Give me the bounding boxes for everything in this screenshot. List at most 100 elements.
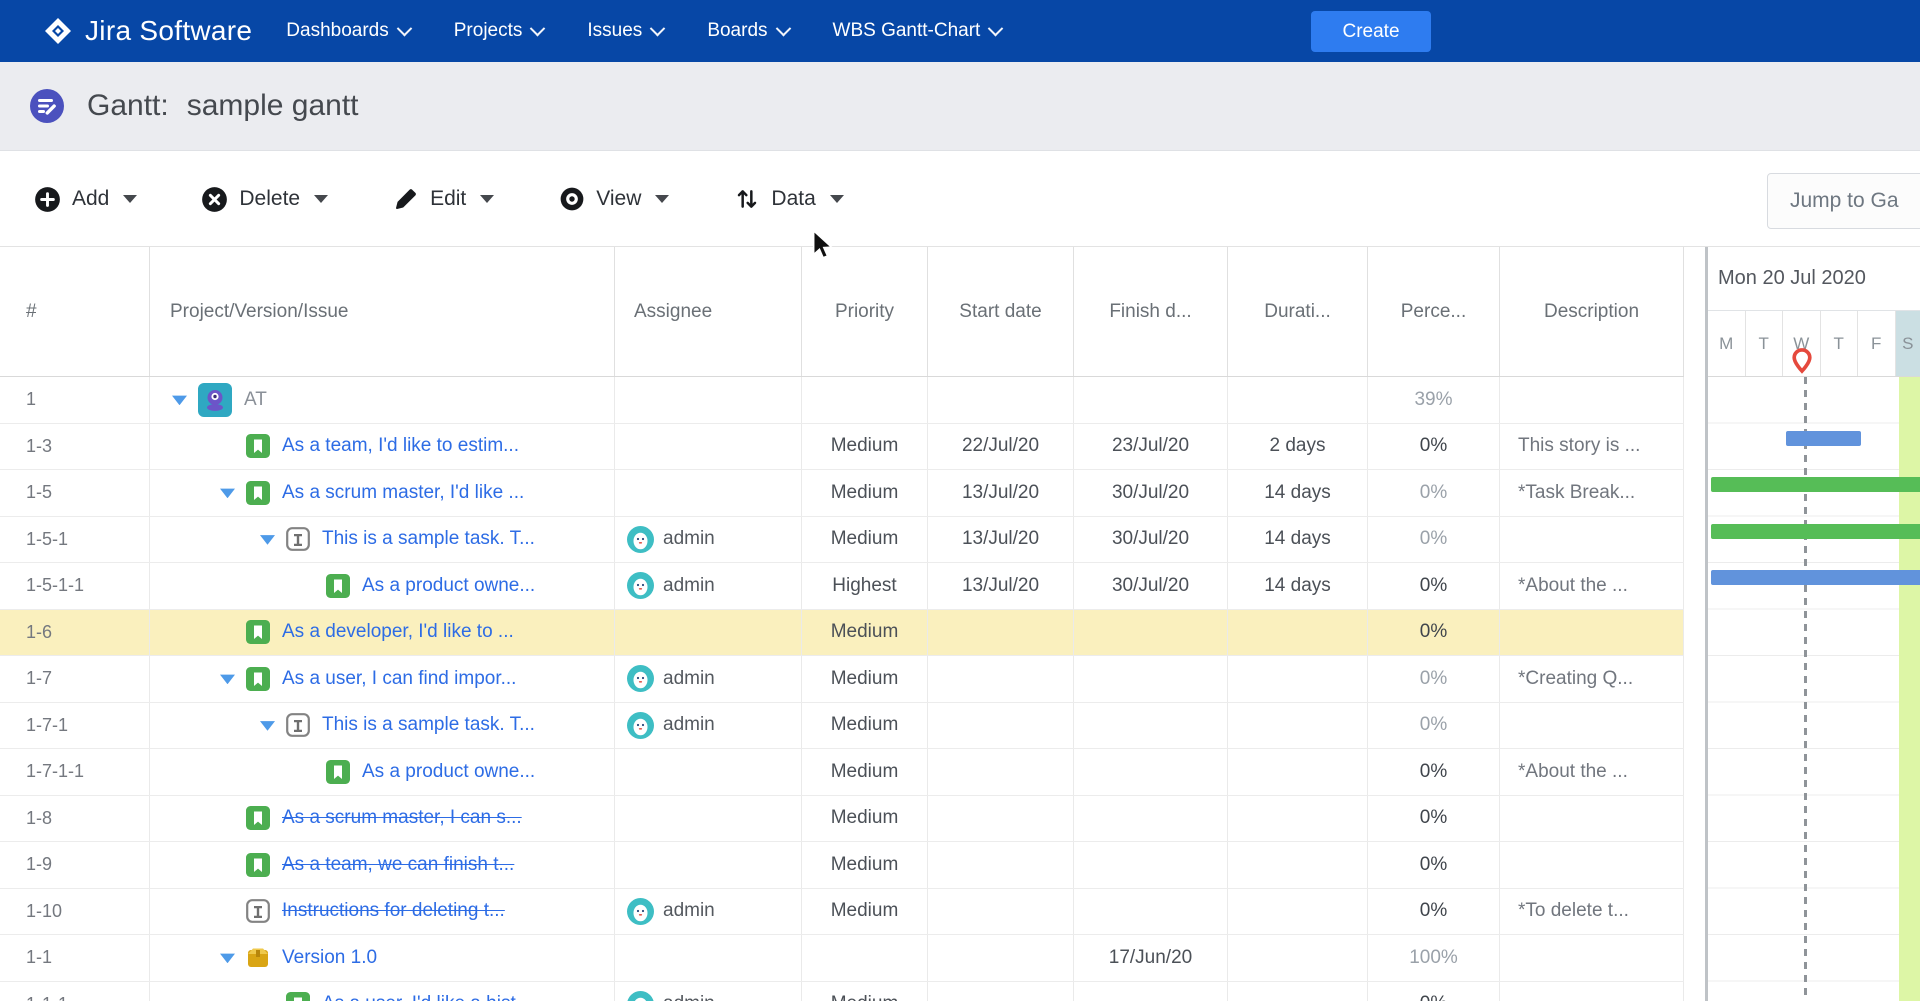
gantt-bar-1-5-1-1[interactable]	[1711, 570, 1920, 585]
issue-link[interactable]: As a user, I can find impor...	[282, 668, 516, 690]
issue-link[interactable]: AT	[244, 389, 267, 411]
table-row[interactable]: 1-5-1-1 As a product owne... admin Highe…	[0, 563, 1684, 610]
table-row[interactable]: 1-5 As a scrum master, I'd like ... Medi…	[0, 470, 1684, 517]
finish-date-cell	[1074, 982, 1228, 1001]
weekend-column	[1899, 377, 1920, 1001]
gantt-bar-1-3[interactable]	[1786, 431, 1861, 446]
issue-link[interactable]: As a scrum master, I'd like ...	[282, 482, 524, 504]
page-title-name: sample gantt	[187, 89, 359, 123]
duration-cell: 14 days	[1228, 517, 1368, 563]
gantt-bar-1-5[interactable]	[1711, 477, 1920, 492]
issue-cell: As a user, I'd like a hist...	[150, 982, 615, 1001]
duration-cell	[1228, 656, 1368, 702]
issue-link[interactable]: Version 1.0	[282, 947, 377, 969]
issue-link[interactable]: As a product owne...	[362, 575, 535, 597]
column-header-issue[interactable]: Project/Version/Issue	[150, 247, 615, 376]
issue-link[interactable]: As a user, I'd like a hist...	[322, 993, 532, 1001]
story-icon	[246, 853, 270, 877]
table-row[interactable]: 1-3 As a team, I'd like to estim... Medi…	[0, 424, 1684, 471]
start-date-cell	[928, 982, 1074, 1001]
view-menu-button[interactable]: View	[558, 186, 669, 213]
delete-menu-button[interactable]: Delete	[201, 186, 328, 213]
column-header-number[interactable]: #	[0, 247, 150, 376]
column-header-percent[interactable]: Perce...	[1368, 247, 1500, 376]
expand-collapse-arrow-icon[interactable]	[220, 487, 235, 498]
assignee-name: admin	[663, 993, 715, 1001]
priority-cell: Medium	[802, 470, 928, 516]
indent-spacer	[150, 446, 220, 447]
nav-item-projects[interactable]: Projects	[454, 20, 544, 42]
percent-cell: 0%	[1368, 424, 1500, 470]
expand-collapse-arrow-icon[interactable]	[220, 952, 235, 963]
start-date-cell: 13/Jul/20	[928, 470, 1074, 516]
row-number: 1-3	[0, 424, 150, 470]
nav-item-issues[interactable]: Issues	[587, 20, 663, 42]
nav-item-boards[interactable]: Boards	[707, 20, 788, 42]
issue-link[interactable]: As a team, we can finish t...	[282, 854, 514, 876]
description-cell: *To delete t...	[1500, 889, 1684, 935]
table-row[interactable]: 1 AT 39%	[0, 377, 1684, 424]
add-menu-button[interactable]: Add	[34, 186, 137, 213]
column-header-finish-date[interactable]: Finish d...	[1074, 247, 1228, 376]
gantt-bar-1-5-1[interactable]	[1711, 524, 1920, 539]
jump-to-gantt-button[interactable]: Jump to Ga	[1767, 173, 1920, 229]
table-row[interactable]: 1-6 As a developer, I'd like to ... Medi…	[0, 610, 1684, 657]
issue-link[interactable]: As a product owne...	[362, 761, 535, 783]
column-header-start-date[interactable]: Start date	[928, 247, 1074, 376]
table-row[interactable]: 1-5-1 This is a sample task. T... admin …	[0, 517, 1684, 564]
percent-cell: 0%	[1368, 889, 1500, 935]
nav-item-wbs-gantt-chart[interactable]: WBS Gantt-Chart	[833, 20, 1002, 42]
navbar-menu: Dashboards Projects Issues Boards WBS Ga…	[286, 20, 1001, 42]
issue-cell: As a product owne...	[150, 563, 615, 609]
table-row[interactable]: 1-7-1 This is a sample task. T... admin …	[0, 703, 1684, 750]
chevron-down-icon	[530, 20, 546, 36]
expand-collapse-arrow-icon[interactable]	[172, 394, 187, 405]
issue-link[interactable]: As a scrum master, I can s...	[282, 807, 522, 829]
priority-cell: Medium	[802, 703, 928, 749]
description-cell: *Creating Q...	[1500, 656, 1684, 702]
table-row[interactable]: 1-9 As a team, we can finish t... Medium…	[0, 842, 1684, 889]
create-button[interactable]: Create	[1311, 11, 1431, 52]
issue-link[interactable]: As a developer, I'd like to ...	[282, 621, 514, 643]
row-number: 1-10	[0, 889, 150, 935]
indent-spacer	[150, 678, 220, 679]
column-header-description[interactable]: Description	[1500, 247, 1684, 376]
edit-menu-button[interactable]: Edit	[392, 186, 494, 213]
priority-cell: Highest	[802, 563, 928, 609]
gantt-toolbar: Add Delete Edit View Dat	[0, 152, 1920, 247]
table-row[interactable]: 1-1-1 As a user, I'd like a hist... admi…	[0, 982, 1684, 1001]
column-header-assignee[interactable]: Assignee	[615, 247, 802, 376]
expand-collapse-arrow-icon[interactable]	[260, 720, 275, 731]
table-row[interactable]: 1-7 As a user, I can find impor... admin…	[0, 656, 1684, 703]
description-cell	[1500, 517, 1684, 563]
gantt-app-icon	[29, 88, 65, 124]
data-menu-button[interactable]: Data	[733, 186, 843, 213]
percent-cell: 0%	[1368, 749, 1500, 795]
issue-link[interactable]: This is a sample task. T...	[322, 528, 535, 550]
jira-logo[interactable]: Jira Software	[44, 15, 252, 47]
nav-item-dashboards[interactable]: Dashboards	[286, 20, 409, 42]
table-row[interactable]: 1-10 Instructions for deleting t... admi…	[0, 889, 1684, 936]
column-header-duration[interactable]: Durati...	[1228, 247, 1368, 376]
issue-link[interactable]: As a team, I'd like to estim...	[282, 435, 519, 457]
row-number: 1-1	[0, 935, 150, 981]
priority-cell: Medium	[802, 517, 928, 563]
indent-spacer	[150, 399, 172, 400]
user-avatar-icon	[627, 991, 654, 1001]
assignee-cell	[615, 470, 802, 516]
expand-collapse-arrow-icon[interactable]	[260, 534, 275, 545]
assignee-cell	[615, 749, 802, 795]
assignee-cell: admin	[615, 517, 802, 563]
start-date-cell: 13/Jul/20	[928, 563, 1074, 609]
today-pin-icon	[1791, 347, 1813, 374]
issue-link[interactable]: This is a sample task. T...	[322, 714, 535, 736]
issue-link[interactable]: Instructions for deleting t...	[282, 900, 505, 922]
table-row[interactable]: 1-7-1-1 As a product owne... Medium 0% *…	[0, 749, 1684, 796]
table-row[interactable]: 1-8 As a scrum master, I can s... Medium…	[0, 796, 1684, 843]
issue-cell: This is a sample task. T...	[150, 703, 615, 749]
assignee-cell	[615, 377, 802, 423]
column-header-priority[interactable]: Priority	[802, 247, 928, 376]
row-number: 1-5-1	[0, 517, 150, 563]
table-row[interactable]: 1-1 Version 1.0 17/Jun/20 100%	[0, 935, 1684, 982]
expand-collapse-arrow-icon[interactable]	[220, 673, 235, 684]
